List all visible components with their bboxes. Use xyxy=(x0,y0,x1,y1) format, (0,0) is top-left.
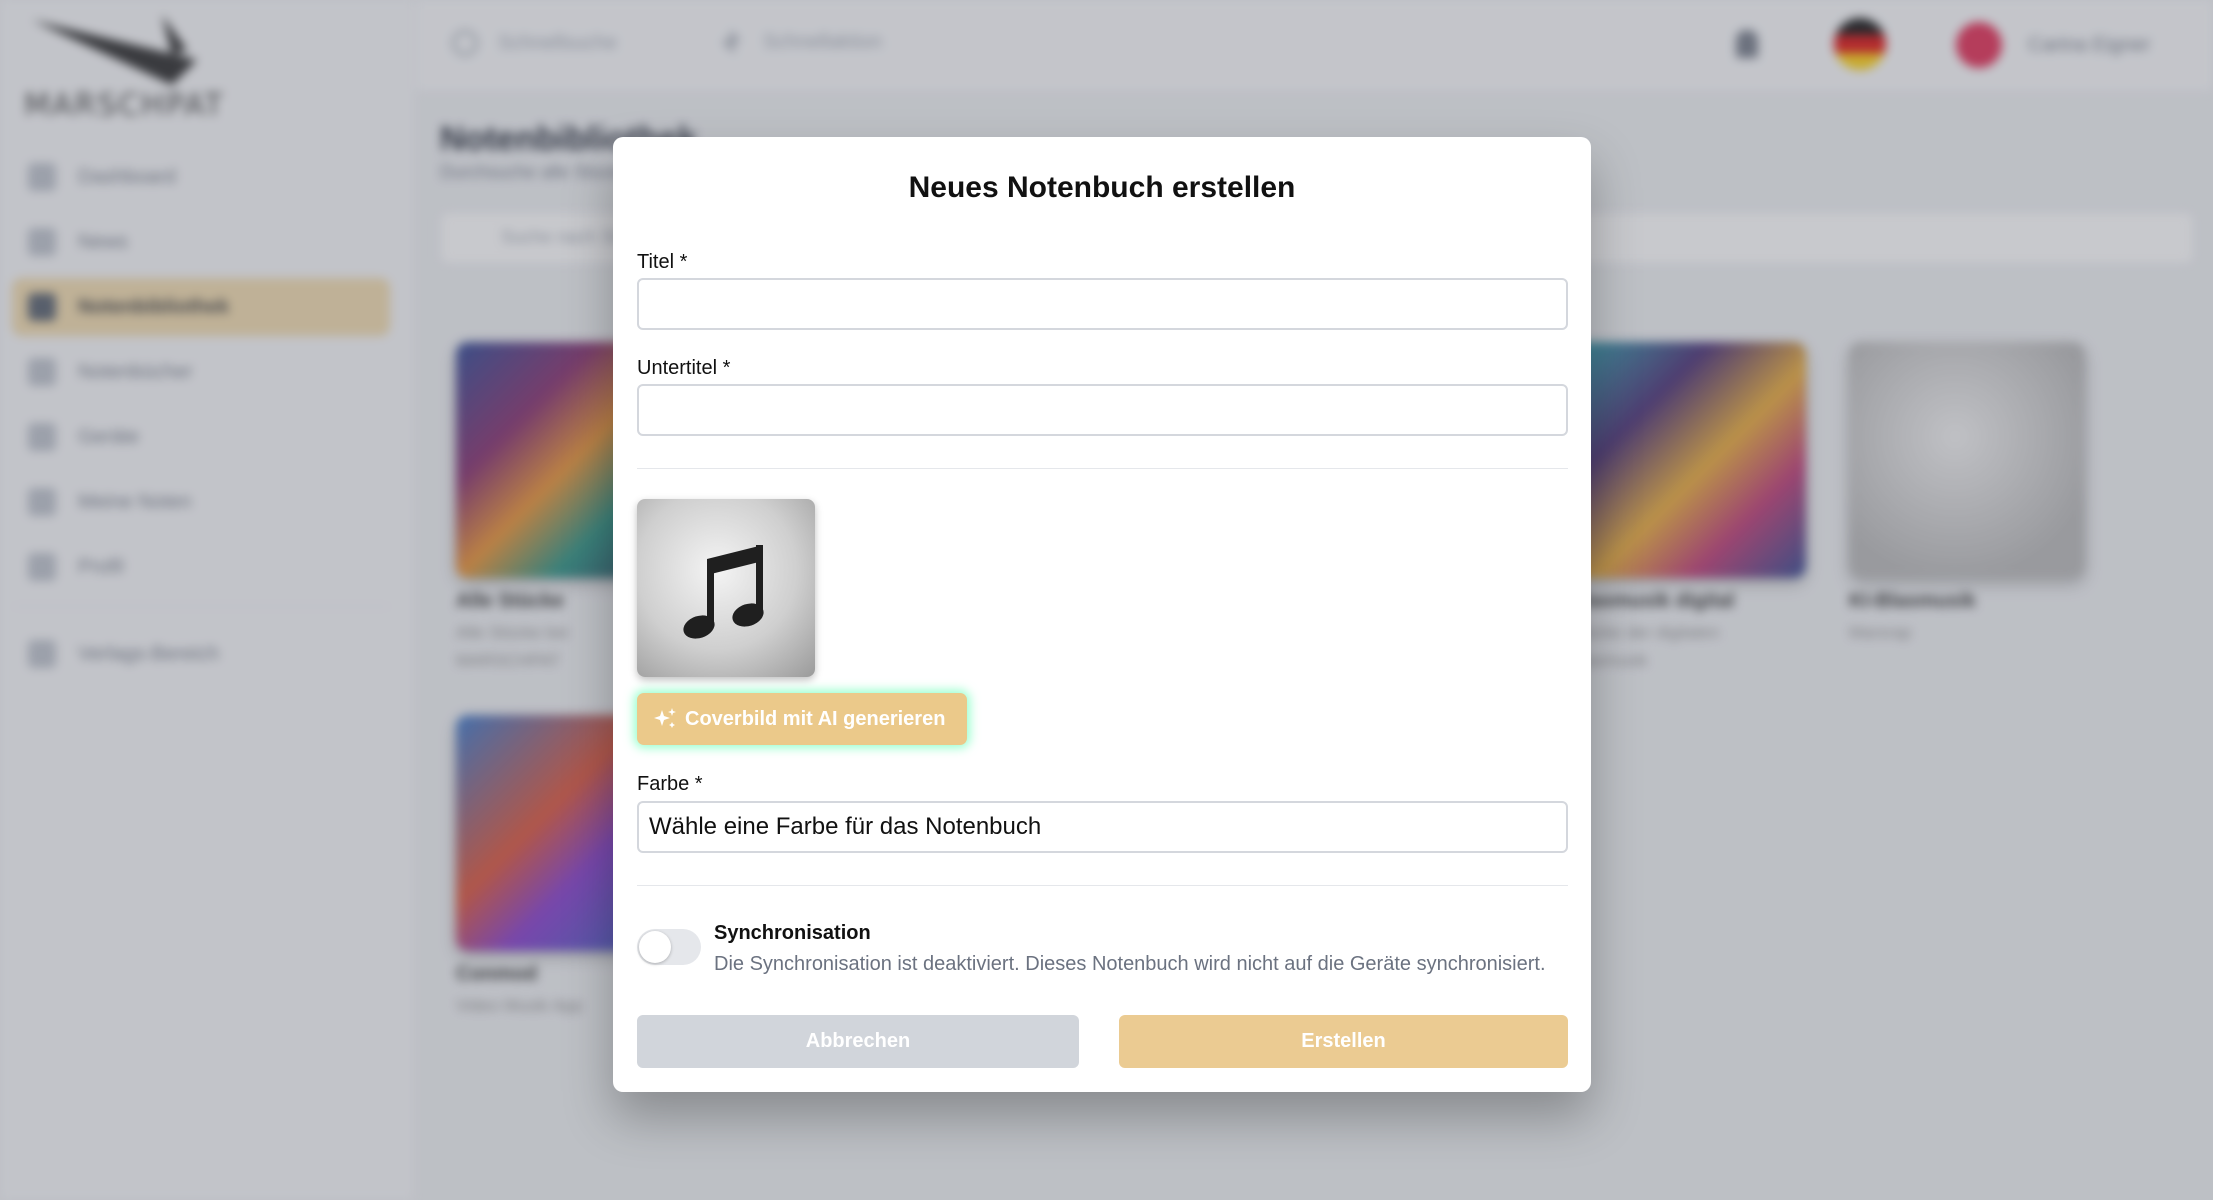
divider xyxy=(637,885,1568,886)
cover-image-preview[interactable] xyxy=(637,499,815,677)
color-select[interactable]: Wähle eine Farbe für das Notenbuch xyxy=(637,801,1568,853)
create-notebook-dialog: Neues Notenbuch erstellen Titel * Untert… xyxy=(613,137,1591,1092)
generate-cover-ai-label: Coverbild mit AI generieren xyxy=(685,707,946,730)
color-label: Farbe * xyxy=(637,773,703,795)
create-button[interactable]: Erstellen xyxy=(1119,1015,1568,1068)
cancel-button[interactable]: Abbrechen xyxy=(637,1015,1079,1068)
music-note-icon xyxy=(683,545,764,639)
generate-cover-ai-button[interactable]: Coverbild mit AI generieren xyxy=(637,693,967,745)
sync-toggle[interactable] xyxy=(637,929,701,965)
dialog-title: Neues Notenbuch erstellen xyxy=(908,171,1296,204)
color-select-placeholder: Wähle eine Farbe für das Notenbuch xyxy=(649,813,1042,840)
subtitle-input[interactable] xyxy=(637,384,1568,436)
title-input[interactable] xyxy=(637,278,1568,330)
title-label: Titel * xyxy=(637,251,688,273)
sparkles-icon xyxy=(654,708,676,728)
subtitle-label: Untertitel * xyxy=(637,357,731,379)
sync-title: Synchronisation xyxy=(714,922,871,944)
sync-description: Die Synchronisation ist deaktiviert. Die… xyxy=(714,953,1546,975)
divider xyxy=(637,468,1568,469)
sync-toggle-knob xyxy=(639,931,671,963)
